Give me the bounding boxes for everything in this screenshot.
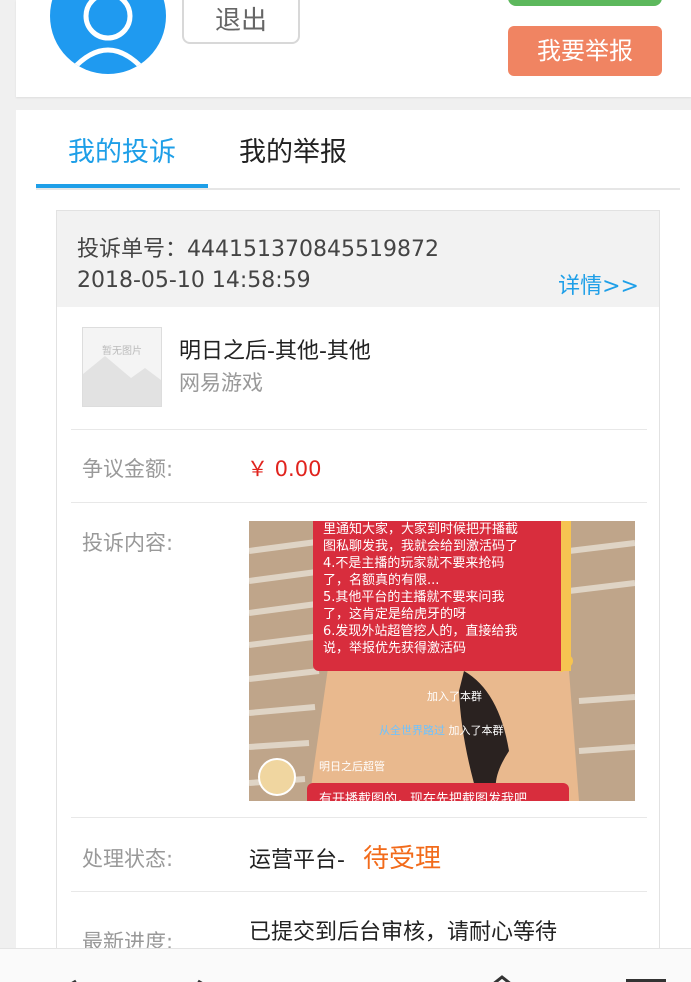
order-value: 444151370845519872	[187, 237, 439, 262]
chat-message: 里通知大家，大家到时候把开播截 图私聊发我，我就会给到激活码了 4.不是主播的玩…	[313, 521, 567, 671]
amount-value: ￥ 0.00	[247, 457, 322, 481]
menu-icon[interactable]	[624, 971, 668, 982]
content-label: 投诉内容:	[82, 531, 174, 555]
amount-row: 争议金额: ￥ 0.00	[71, 429, 647, 503]
report-button[interactable]: 我要举报	[508, 26, 662, 76]
green-action-button[interactable]	[508, 0, 662, 6]
profile-card: 退出 我要举报	[16, 0, 691, 97]
logout-button[interactable]: 退出	[182, 0, 300, 44]
chat-bubble-edge	[561, 521, 571, 671]
tab-my-complaints[interactable]: 我的投诉	[36, 130, 208, 188]
user-icon	[70, 0, 146, 72]
join-name-2: 从全世界路过	[379, 724, 445, 737]
home-icon[interactable]	[490, 971, 514, 982]
content-row: 投诉内容: 里通知大家，大家到时候把开播截 图私聊发我，我就会给到激活码了 4.…	[71, 503, 647, 818]
join-text-2: 加入了本群	[448, 724, 504, 737]
product-title: 明日之后-其他-其他	[179, 339, 371, 364]
join-message-2: 从全世界路过 加入了本群	[379, 722, 504, 738]
sender-name: 明日之后超管	[319, 760, 385, 773]
avatar[interactable]	[50, 0, 166, 74]
system-nav-bar	[0, 948, 691, 982]
status-platform: 运营平台-	[249, 848, 345, 873]
join-message-1: 加入了本群	[427, 690, 482, 703]
order-number: 投诉单号：444151370845519872	[77, 231, 439, 263]
tab-my-reports[interactable]: 我的举报	[239, 130, 347, 188]
complaint-header: 投诉单号：444151370845519872 2018-05-10 14:58…	[57, 211, 659, 307]
last-chat-message: 有开播截图的，现在先把截图发我吧	[307, 783, 569, 801]
main-card: 我的投诉 我的举报 投诉单号：444151370845519872 2018-0…	[16, 110, 691, 981]
chevron-icon[interactable]	[194, 971, 214, 982]
product-row[interactable]: 暂无图片 明日之后-其他-其他 网易游戏	[71, 307, 647, 430]
progress-value: 已提交到后台审核，请耐心等待	[249, 920, 558, 945]
complaint-datetime: 2018-05-10 14:58:59	[77, 268, 311, 293]
back-arrow-icon[interactable]	[60, 971, 80, 982]
order-label: 投诉单号：	[77, 237, 188, 262]
image-placeholder-icon	[83, 356, 161, 406]
complaint-screenshot[interactable]: 里通知大家，大家到时候把开播截 图私聊发我，我就会给到激活码了 4.不是主播的玩…	[249, 521, 635, 801]
status-value: 待受理	[363, 844, 442, 874]
status-row: 处理状态: 运营平台- 待受理	[71, 818, 647, 892]
tab-bar: 我的投诉 我的举报	[36, 110, 680, 190]
product-company: 网易游戏	[179, 371, 263, 395]
last-chat-text: 有开播截图的，现在先把截图发我吧	[319, 792, 528, 801]
amount-label: 争议金额:	[82, 457, 174, 481]
status-label: 处理状态:	[82, 847, 174, 871]
product-thumbnail: 暂无图片	[82, 327, 162, 407]
detail-link[interactable]: 详情>>	[558, 268, 639, 300]
complaint-card: 投诉单号：444151370845519872 2018-05-10 14:58…	[56, 210, 660, 981]
